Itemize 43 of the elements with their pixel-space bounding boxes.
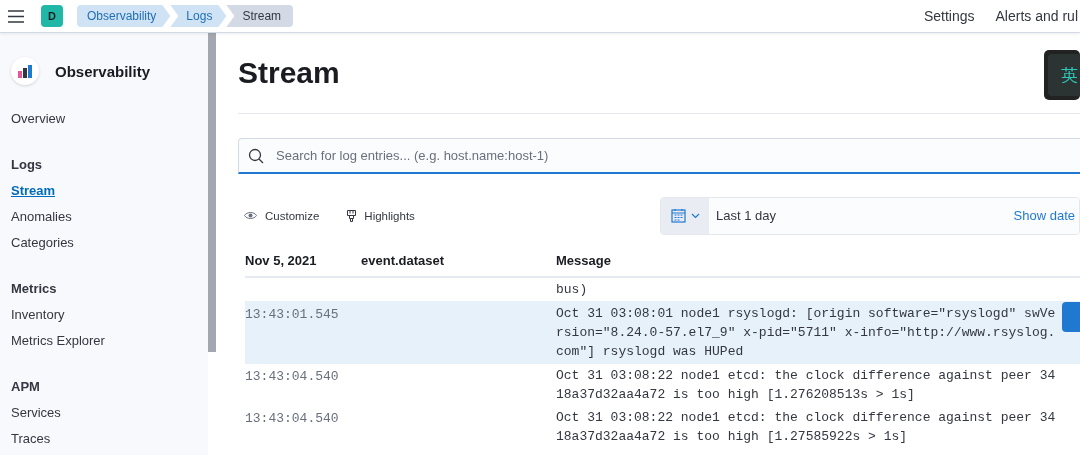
header-link[interactable]: Alerts and rul [995,8,1078,24]
section-heading: APM [11,378,41,396]
log-row[interactable]: 13:43:04.540 Oct 31 03:08:22 node1 etcd: the clock difference against peer 3418a37d32aa4a72 is too high [1.27585922s > 1s] [245,406,1080,448]
header-link[interactable]: Settings [923,8,975,24]
column-header: event.dataset [361,252,446,268]
log-row[interactable]: bus) [245,272,1080,301]
section-heading: Logs [11,156,44,174]
nav-item[interactable]: Services [11,400,208,426]
page-title: Stream [238,56,340,90]
timestamp: 13:43:04.540 [245,369,339,384]
nav-item[interactable]: Inventory [11,302,208,328]
space-avatar[interactable]: D [41,5,63,27]
ime-indicator[interactable]: 英 [1044,50,1080,100]
sidebar-title: Observability [55,62,151,80]
nav-item[interactable]: Stream [11,178,208,204]
breadcrumb[interactable]: Stream [226,5,294,27]
nav-item[interactable]: Anomalies [11,204,208,230]
logo-icon [11,57,39,85]
nav-item[interactable]: Metrics Explorer [11,328,208,354]
log-message: Oct 31 03:08:01 node1 rsyslogd: [origin software="rsyslogd" swVersion="8.24.0-57.el7_9" x-pid="5711" x-info="http://www.rsyslog.com"] rsyslogd was HUPed [556,305,1056,361]
highlights-button[interactable]: Highlights [341,209,421,222]
log-message: bus) [556,281,589,299]
menu-icon[interactable] [8,9,24,23]
nav-item[interactable]: Overview [11,106,208,132]
log-row[interactable]: 13:43:04.540 Oct 31 03:08:22 node1 etcd: the clock difference against peer 3418a37d32aa4a72 is too high [1.276208513s > 1s] [245,364,1080,406]
breadcrumb[interactable]: Observability [77,5,171,27]
highlighter-icon [347,209,357,222]
eye-icon [244,211,257,220]
section-heading: Metrics [11,280,58,298]
nav-item[interactable]: Traces [11,426,208,452]
breadcrumb[interactable]: Logs [170,5,227,27]
log-message: Oct 31 03:08:22 node1 etcd: the clock difference against peer 3418a37d32aa4a72 is too high [1.276208513s > 1s] [556,367,1056,404]
customize-button[interactable]: Customize [238,209,326,222]
timestamp: 13:43:04.540 [245,411,339,426]
search-field[interactable]: Search for log entries... (e.g. host.name:host-1) [238,138,1080,174]
selected-log-row[interactable]: 13:43:01.545 Oct 31 03:08:01 node1 rsyslogd: [origin software="rsyslogd" swVersion="8.24.0-57.el7_9" x-pid="5711" x-info="http://www.rsyslog.com"] rsyslogd was HUPed [245,301,1080,364]
column-header: Message [556,252,611,268]
nav-item[interactable]: Categories [11,230,208,256]
timestamp: 13:43:01.545 [245,307,339,322]
column-header: Nov 5, 2021 [245,252,318,268]
search-icon [248,148,264,164]
log-message: Oct 31 03:08:22 node1 etcd: the clock difference against peer 3418a37d32aa4a72 is too high [1.27585922s > 1s] [556,409,1056,446]
scrollbar[interactable] [208,33,216,352]
